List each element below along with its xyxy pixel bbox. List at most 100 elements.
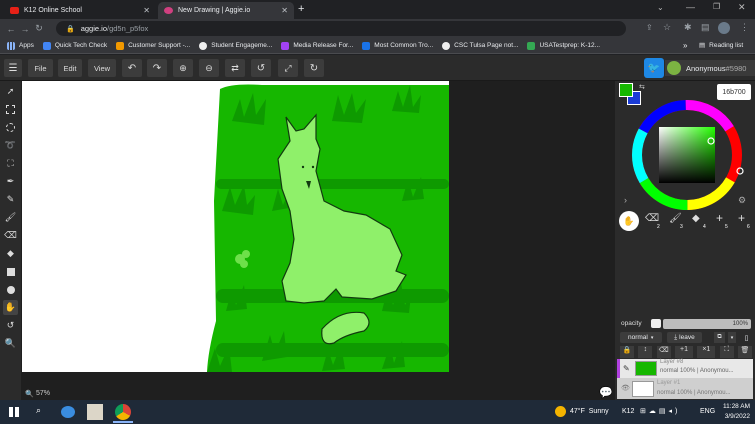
hand-preset-icon[interactable]: ✋ [619, 211, 639, 231]
edit-menu[interactable]: Edit [58, 59, 82, 77]
merge-up-icon[interactable]: ×1 [697, 346, 716, 358]
view-menu[interactable]: View [88, 59, 116, 77]
paint-bucket-icon[interactable]: ◆ [3, 246, 18, 261]
move-cursor-icon[interactable]: ➚ [3, 84, 18, 99]
rotate-left-icon[interactable]: ↺ [251, 59, 271, 77]
chrome-icon[interactable] [115, 404, 131, 420]
hand-icon[interactable]: ✋ [3, 300, 18, 315]
blend-mode-select[interactable]: normal ▾ [620, 332, 662, 343]
bookmark-item[interactable]: Quick Tech Check [42, 41, 107, 50]
hamburger-menu-icon[interactable]: ☰ [4, 59, 22, 77]
profile-avatar[interactable] [718, 22, 730, 34]
pencil-icon[interactable]: ✎ [3, 192, 18, 207]
fullscreen-icon[interactable]: ⤢ [278, 59, 298, 77]
bird-logo-icon[interactable]: 🐦 [644, 58, 664, 78]
back-icon[interactable]: ← [4, 24, 18, 34]
eye-icon[interactable]: 👁 [621, 384, 630, 392]
maximize-icon[interactable]: ❐ [713, 2, 720, 11]
add-preset-icon[interactable]: + [738, 211, 745, 225]
ellipse-select-icon[interactable] [3, 120, 18, 135]
url-field[interactable]: 🔒 aggie.io/gd5n_p5fox [56, 21, 626, 36]
forward-icon[interactable]: → [18, 24, 32, 34]
reading-list-button[interactable]: ▤ Reading list [699, 41, 743, 50]
zoom-tool-icon[interactable]: 🔍 [3, 336, 18, 351]
rect-select-icon[interactable] [3, 102, 18, 117]
erase-layer-icon[interactable]: ⌫ [656, 346, 671, 358]
circle-icon[interactable] [3, 282, 18, 297]
minimize-icon[interactable]: — [686, 2, 695, 12]
leave-button[interactable]: ⤓ leave [667, 332, 702, 343]
tab-search-icon[interactable]: ⌄ [657, 3, 664, 12]
close-icon[interactable]: ✕ [281, 6, 288, 15]
close-icon[interactable]: ✕ [143, 6, 150, 15]
extensions-icon[interactable]: ✱ [684, 22, 692, 33]
lock-layer-icon[interactable]: 🔒 [620, 346, 634, 358]
color-wheel[interactable] [629, 97, 745, 213]
extension-icon[interactable]: ▤ [701, 22, 710, 33]
flip-icon[interactable]: ⇄ [225, 59, 245, 77]
tab-k12[interactable]: K12 Online School ✕ [4, 2, 156, 19]
eraser-icon[interactable]: ⌫ [3, 228, 18, 243]
reload-icon[interactable]: ↻ [32, 23, 46, 34]
canvas-area[interactable] [21, 81, 615, 400]
bookmark-item[interactable]: Most Common Tro... [362, 41, 433, 50]
brush-preset-icon[interactable]: 🖌 [669, 213, 682, 224]
move-layer-icon[interactable]: ↕ [638, 346, 653, 358]
bookmark-star-icon[interactable]: ☆ [663, 22, 671, 33]
search-icon[interactable]: ⌕ [36, 405, 41, 416]
clock-time[interactable]: 11:28 AM [718, 403, 750, 410]
zoom-out-icon[interactable]: ⊖ [199, 59, 219, 77]
swap-colors-icon[interactable]: ⇆ [639, 83, 645, 91]
transform-layer-icon[interactable]: ⛶ [719, 346, 734, 358]
add-preset-icon[interactable]: + [716, 211, 723, 225]
merge-down-icon[interactable]: +1 [674, 346, 693, 358]
lasso-icon[interactable]: ➰ [3, 138, 18, 153]
opacity-slider[interactable]: 100% [663, 319, 751, 329]
rotate-right-icon[interactable]: ↻ [304, 59, 324, 77]
drawing-canvas[interactable] [22, 81, 449, 372]
primary-color-swatch[interactable] [619, 83, 633, 97]
settings-gear-icon[interactable]: ⚙ [738, 195, 746, 206]
app-icon[interactable] [87, 404, 103, 420]
menu-dots-icon[interactable]: ⋮ [740, 22, 749, 33]
eyedropper-icon[interactable]: ✒ [3, 174, 18, 189]
edge-icon[interactable] [61, 406, 75, 418]
redo-icon[interactable]: ↷ [147, 59, 167, 77]
transform-icon[interactable]: ⛶ [3, 156, 18, 171]
chat-icon[interactable]: 💬 [599, 386, 613, 399]
new-layer-icon[interactable]: ▯ [741, 332, 752, 343]
new-tab-button[interactable]: + [298, 3, 304, 15]
brush-icon[interactable]: 🖌 [3, 210, 18, 225]
clock-date[interactable]: 3/9/2022 [718, 413, 750, 420]
language-indicator[interactable]: ENG [700, 408, 715, 415]
user-badge[interactable]: Anonymous #5980 [665, 60, 755, 76]
tab-aggie[interactable]: New Drawing | Aggie.io ✕ [158, 2, 294, 19]
bookmark-item[interactable]: CSC Tulsa Page not... [442, 41, 518, 50]
eraser-preset-icon[interactable]: ⌫ [645, 213, 659, 224]
file-menu[interactable]: File [28, 59, 53, 77]
delete-layer-icon[interactable]: 🗑 [737, 346, 752, 358]
layer-row-active[interactable]: ✎ Layer #8 normal 100% | Anonymou... [617, 359, 753, 378]
undo-icon[interactable]: ↶ [122, 59, 142, 77]
bookmark-item[interactable]: Media Release For... [281, 41, 353, 50]
duplicate-layer-icon[interactable]: ⧉ [714, 332, 725, 343]
k12-tray-icon[interactable]: K12 [622, 408, 634, 415]
bookmark-item[interactable]: USATestprep: K-12... [527, 41, 600, 50]
layer-row[interactable]: 👁 Layer #1 normal 100% | Anonymou... [617, 378, 753, 399]
expand-arrow-icon[interactable]: › [624, 195, 627, 205]
opacity-lock-checkbox[interactable] [651, 319, 661, 328]
bookmark-apps[interactable]: Apps [7, 41, 34, 50]
bookmark-item[interactable]: Student Engageme... [199, 41, 272, 50]
rotate-view-icon[interactable]: ↺ [3, 318, 18, 333]
bookmarks-more[interactable]: » [683, 41, 687, 50]
weather-text[interactable]: 47°F Sunny [570, 408, 609, 415]
share-icon[interactable]: ⇪ [646, 23, 653, 32]
windows-start-icon[interactable] [9, 407, 19, 417]
bucket-preset-icon[interactable]: ◆ [692, 213, 700, 224]
zoom-in-icon[interactable]: ⊕ [173, 59, 193, 77]
rectangle-icon[interactable] [3, 264, 18, 279]
layer-options-icon[interactable]: ▾ [728, 332, 736, 343]
tray-icons[interactable]: ⊞☁▤◂) [640, 407, 680, 415]
window-close-icon[interactable]: ✕ [738, 2, 746, 13]
bookmark-item[interactable]: Customer Support -... [116, 41, 190, 50]
